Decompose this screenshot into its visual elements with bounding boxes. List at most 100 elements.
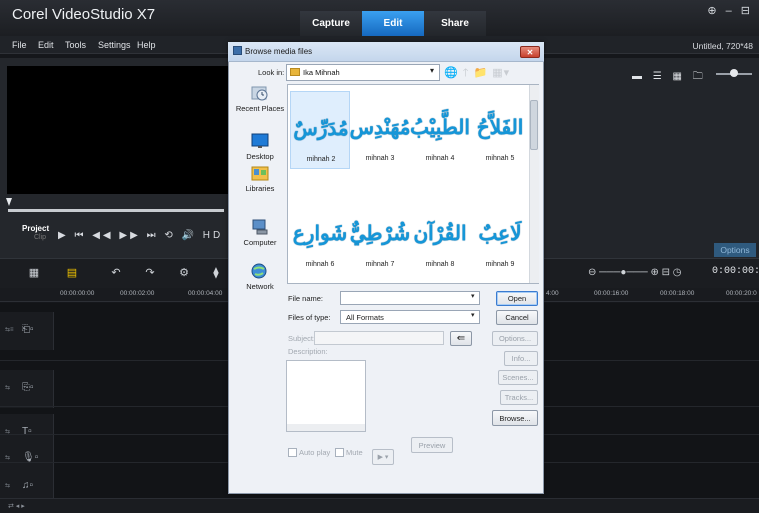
file-tile[interactable]: القُرْآن mihnah 8 (410, 197, 470, 275)
menu-file[interactable]: File (12, 40, 27, 50)
project-info: Untitled, 720*48 (692, 41, 754, 51)
ruler-tick: 00:00:16:00 (594, 290, 629, 297)
file-tile[interactable]: شَوارِع mihnah 6 (290, 197, 350, 275)
tab-capture[interactable]: Capture (300, 11, 362, 36)
libraries-icon (251, 166, 269, 181)
slider-knob[interactable] (730, 69, 738, 77)
file-name-input[interactable] (340, 291, 480, 305)
files-of-type-dropdown[interactable]: All Formats (340, 310, 480, 324)
dialog-close-button[interactable]: ✕ (520, 46, 540, 58)
file-list-pane[interactable]: مُدَرِّسٌ mihnah 2 مُهَنْدِس mihnah 3 ال… (287, 84, 539, 284)
file-tile[interactable]: الفَلاَّحُ mihnah 5 (470, 91, 530, 169)
timeline-status-strip: ⇄ ◂ ▸ (0, 498, 759, 513)
tab-share[interactable]: Share (424, 11, 486, 36)
file-tile[interactable]: شُرْطِيٌّ mihnah 7 (350, 197, 410, 275)
place-recent[interactable]: Recent Places (234, 84, 286, 113)
recent-places-icon (251, 86, 268, 101)
file-thumbnail: لَاعِبٌ (478, 221, 522, 245)
app-title: Corel VideoStudio X7 (12, 6, 156, 23)
info-button[interactable]: Info... (504, 351, 538, 366)
places-bar: Recent Places Desktop Libraries Computer… (234, 84, 286, 292)
mute-checkbox[interactable] (335, 448, 344, 457)
tab-edit[interactable]: Edit (362, 11, 424, 36)
timeline-zoom-controls[interactable]: ⊖ ───●─── ⊕ ⊟ ◷ (588, 267, 682, 278)
file-thumbnail: مُهَنْدِس (349, 115, 411, 139)
menu-tools[interactable]: Tools (65, 40, 86, 50)
chevron-down-icon[interactable]: ▾ (471, 292, 475, 300)
undo-icon[interactable]: ↶ (108, 267, 124, 280)
scrollbar-thumb[interactable] (530, 100, 538, 150)
file-thumbnail: الفَلاَّحُ (476, 115, 524, 139)
file-name: mihnah 8 (425, 261, 455, 268)
scrubber-bar[interactable] (8, 209, 224, 212)
place-libraries[interactable]: Libraries (234, 164, 286, 193)
look-in-dropdown[interactable]: Ika Mihnah (286, 64, 440, 81)
timeline-view-icon[interactable]: ▤ (64, 267, 80, 280)
auto-play-checkbox[interactable] (288, 448, 297, 457)
menu-edit[interactable]: Edit (38, 40, 54, 50)
file-tile[interactable]: لَاعِبٌ mihnah 9 (470, 197, 530, 275)
scenes-button[interactable]: Scenes... (498, 370, 538, 385)
open-button[interactable]: Open (496, 291, 538, 306)
storyboard-view-icon[interactable]: ▦ (26, 267, 42, 280)
video-track-icon: ⎗▫ (22, 324, 34, 335)
apply-metadata-icon[interactable]: ⇚ (450, 331, 472, 346)
play-control-button[interactable]: ▶ ▾ (372, 449, 394, 465)
description-area[interactable] (286, 360, 366, 432)
file-thumbnail: مُدَرِّسٌ (293, 116, 349, 140)
video-track-header[interactable]: ⇆≡ ⎗▫ (0, 312, 54, 350)
preview-window (7, 66, 231, 194)
file-name: mihnah 5 (485, 155, 515, 162)
place-network[interactable]: Network (234, 262, 286, 291)
options-button[interactable]: Options... (492, 331, 538, 346)
file-name: mihnah 9 (485, 261, 515, 268)
computer-icon (252, 219, 268, 235)
subject-label: Subject: (288, 334, 316, 343)
place-label: Computer (243, 238, 277, 247)
file-name: mihnah 6 (305, 261, 335, 268)
file-name: mihnah 2 (306, 156, 336, 163)
chevron-down-icon[interactable]: ▾ (430, 66, 434, 75)
clip-mode-label[interactable]: Clip (34, 234, 46, 241)
project-mode-label[interactable]: Project (22, 224, 49, 233)
subject-field[interactable] (314, 331, 444, 345)
ruler-tick: 00:00:20:0 (726, 290, 757, 297)
ruler-tick: 00:00:00:00 (60, 290, 95, 297)
overlay-track-header[interactable]: ⇆ ⎘▫ (0, 370, 54, 408)
preview-button[interactable]: Preview (411, 437, 453, 453)
window-controls[interactable]: ⊕ ‒ ⊟ (707, 4, 753, 17)
record-capture-icon[interactable]: ⚙ (176, 267, 192, 280)
redo-icon[interactable]: ↷ (142, 267, 158, 280)
file-tile[interactable]: مُهَنْدِس mihnah 3 (349, 91, 411, 169)
file-name-label: File name: (288, 294, 324, 303)
files-of-type-label: Files of type: (288, 313, 331, 322)
browse-button[interactable]: Browse... (492, 410, 538, 426)
navigation-icons[interactable]: 🌐 🡑 📁 ▦▾ (444, 64, 510, 83)
ruler-tick: 00:00:02:00 (120, 290, 155, 297)
file-tile[interactable]: مُدَرِّسٌ mihnah 2 (290, 91, 350, 169)
menu-help[interactable]: Help (137, 40, 156, 50)
sound-mixer-icon[interactable]: ⧫ (208, 267, 224, 280)
description-scrollbar[interactable] (287, 424, 365, 431)
place-label: Network (246, 282, 274, 291)
options-button[interactable]: Options (714, 243, 756, 257)
scrub-marker-icon[interactable] (6, 198, 12, 206)
title-track-icon: T▫ (22, 426, 32, 437)
file-thumbnail: الطَّبِيْبُ (410, 115, 470, 139)
place-label: Recent Places (235, 104, 285, 113)
view-mode-icons[interactable]: ▬ ☰ ▦ 🗀 (632, 69, 707, 86)
place-computer[interactable]: Computer (234, 218, 286, 247)
tracks-button[interactable]: Tracks... (500, 390, 538, 405)
chevron-down-icon[interactable]: ▾ (471, 311, 475, 319)
playback-controls[interactable]: ▶ ⏮ ◀◀ ▶▶ ⏭ ⟲ 🔊 HD (58, 230, 223, 241)
file-thumbnail: القُرْآن (413, 221, 467, 245)
file-name: mihnah 4 (425, 155, 455, 162)
menu-settings[interactable]: Settings (98, 40, 131, 50)
cancel-button[interactable]: Cancel (496, 310, 538, 325)
file-tile[interactable]: الطَّبِيْبُ mihnah 4 (410, 91, 470, 169)
folder-icon (290, 68, 300, 76)
desktop-icon (251, 133, 269, 148)
library-panel (540, 58, 759, 258)
place-desktop[interactable]: Desktop (234, 132, 286, 161)
overlay-track-icon: ⎘▫ (22, 382, 34, 393)
